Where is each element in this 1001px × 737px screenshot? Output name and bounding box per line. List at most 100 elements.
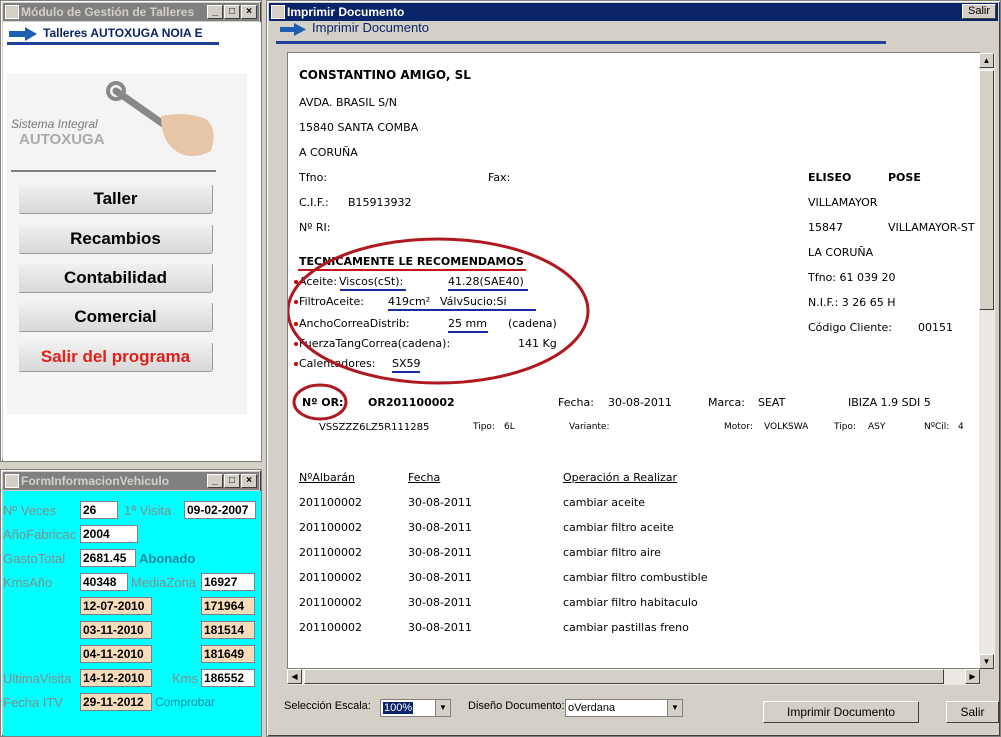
menu-taller-button[interactable]: Taller bbox=[18, 184, 213, 214]
window-title: Imprimir Documento bbox=[287, 5, 405, 19]
gestion-talleres-window: Módulo de Gestión de Talleres _ □ × Tall… bbox=[0, 0, 262, 462]
history-date-field[interactable]: 12-07-2010 bbox=[80, 597, 152, 615]
menu-contabilidad-button[interactable]: Contabilidad bbox=[18, 263, 213, 293]
order-modelo: IBIZA 1.9 SDI 5 bbox=[848, 396, 931, 409]
table-cell-fecha: 30-08-2011 bbox=[408, 521, 472, 534]
table-cell-albaran: 201100002 bbox=[299, 546, 362, 559]
media-zona-label: MediaZona bbox=[131, 575, 197, 590]
doc-icon bbox=[271, 5, 285, 19]
order-ncil: 4 bbox=[958, 422, 964, 432]
scroll-up-button[interactable]: ▲ bbox=[979, 53, 994, 68]
order-ncil-label: NºCil: bbox=[924, 422, 950, 432]
table-cell-albaran: 201100002 bbox=[299, 621, 362, 634]
logo-text-1: Sistema Integral bbox=[11, 117, 98, 131]
scale-select[interactable]: 100% ▼ bbox=[380, 699, 451, 717]
order-tipo2: ASY bbox=[868, 422, 886, 432]
arrow-right-icon bbox=[280, 23, 306, 36]
veces-label: Nº Veces bbox=[3, 503, 57, 518]
info-vehiculo-titlebar[interactable]: FormInformacionVehiculo _ □ × bbox=[3, 472, 259, 490]
logo-area: Sistema Integral AUTOXUGA bbox=[11, 77, 219, 167]
gestion-talleres-titlebar[interactable]: Módulo de Gestión de Talleres _ □ × bbox=[3, 3, 259, 21]
window-title: Módulo de Gestión de Talleres bbox=[21, 5, 195, 19]
order-tipo2-label: Tipo: bbox=[834, 422, 856, 432]
minimize-button[interactable]: _ bbox=[207, 5, 223, 19]
order-label: Nº OR: bbox=[302, 396, 344, 409]
media-zona-field[interactable]: 16927 bbox=[201, 573, 255, 591]
history-kms-field[interactable]: 171964 bbox=[201, 597, 255, 615]
window-title: FormInformacionVehiculo bbox=[21, 474, 170, 488]
gasto-label: GastoTotal bbox=[3, 551, 66, 566]
gasto-field[interactable]: 2681.45 bbox=[80, 549, 136, 567]
horizontal-scrollbar[interactable]: ◀ ▶ bbox=[287, 669, 980, 685]
fecha-itv-field[interactable]: 29-11-2012 bbox=[80, 693, 152, 711]
gestion-talleres-body: Talleres AUTOXUGA NOIA E Sistema Integra… bbox=[3, 22, 261, 461]
exit-button[interactable]: Salir bbox=[946, 701, 999, 723]
table-cell-fecha: 30-08-2011 bbox=[408, 496, 472, 509]
form-icon bbox=[5, 474, 19, 488]
table-cell-operacion: cambiar filtro habitaculo bbox=[563, 596, 698, 609]
close-button[interactable]: × bbox=[241, 5, 257, 19]
veces-field[interactable]: 26 bbox=[80, 501, 118, 519]
history-kms-field[interactable]: 181514 bbox=[201, 621, 255, 639]
table-cell-albaran: 201100002 bbox=[299, 596, 362, 609]
comprobar-link[interactable]: Comprobar bbox=[155, 695, 215, 709]
order-motor-label: Motor: bbox=[724, 422, 753, 432]
design-select[interactable]: oVerdana ▼ bbox=[565, 699, 683, 717]
order-tipo-label: Tipo: bbox=[473, 422, 495, 432]
scroll-right-button[interactable]: ▶ bbox=[965, 669, 980, 684]
history-date-field[interactable]: 04-11-2010 bbox=[80, 645, 152, 663]
fecha-itv-label: Fecha ITV bbox=[3, 695, 63, 710]
print-document-button[interactable]: Imprimir Documento bbox=[763, 701, 919, 723]
annotation-circles bbox=[288, 237, 590, 421]
table-cell-fecha: 30-08-2011 bbox=[408, 546, 472, 559]
anio-field[interactable]: 2004 bbox=[80, 525, 138, 543]
table-cell-operacion: cambiar aceite bbox=[563, 496, 645, 509]
primera-visita-field[interactable]: 09-02-2007 bbox=[184, 501, 256, 519]
arrow-right-icon bbox=[9, 27, 37, 41]
scroll-left-button[interactable]: ◀ bbox=[287, 669, 302, 684]
history-kms-field[interactable]: 181649 bbox=[201, 645, 255, 663]
scroll-down-button[interactable]: ▼ bbox=[979, 654, 994, 669]
scale-value: 100% bbox=[383, 702, 414, 714]
table-header-operacion: Operación a Realizar bbox=[563, 471, 678, 484]
ultima-visita-label: UltimaVisita bbox=[3, 671, 72, 686]
app-icon bbox=[5, 5, 19, 19]
kms-field[interactable]: 186552 bbox=[201, 669, 255, 687]
table-cell-fecha: 30-08-2011 bbox=[408, 571, 472, 584]
vertical-scrollbar[interactable]: ▲ ▼ bbox=[979, 53, 995, 669]
document-preview: CONSTANTINO AMIGO, SL AVDA. BRASIL S/N 1… bbox=[287, 52, 980, 669]
recommend-highlight-ellipse bbox=[288, 237, 590, 385]
chevron-down-icon[interactable]: ▼ bbox=[667, 700, 682, 716]
scroll-thumb-horizontal[interactable] bbox=[304, 669, 944, 684]
scroll-thumb-vertical[interactable] bbox=[979, 70, 994, 310]
close-button[interactable]: × bbox=[241, 474, 257, 488]
title-exit-button[interactable]: Salir bbox=[962, 4, 996, 19]
menu-comercial-button[interactable]: Comercial bbox=[18, 302, 213, 332]
maximize-button[interactable]: □ bbox=[224, 5, 240, 19]
order-number: OR201100002 bbox=[368, 396, 455, 409]
menu-recambios-button[interactable]: Recambios bbox=[18, 224, 213, 254]
exit-program-button[interactable]: Salir del programa bbox=[18, 342, 213, 372]
ultima-visita-field[interactable]: 14-12-2010 bbox=[80, 669, 152, 687]
chevron-down-icon[interactable]: ▼ bbox=[435, 700, 450, 716]
table-cell-albaran: 201100002 bbox=[299, 496, 362, 509]
table-cell-operacion: cambiar filtro combustible bbox=[563, 571, 708, 584]
order-vin: VSSZZZ6LZ5R111285 bbox=[319, 422, 430, 433]
imprimir-titlebar[interactable]: Imprimir Documento Salir bbox=[269, 3, 998, 21]
kms-anio-label: KmsAño bbox=[3, 575, 53, 590]
order-motor: VOLKSWA bbox=[764, 422, 809, 432]
primera-visita-label: 1ª Visita bbox=[124, 503, 172, 518]
order-variante-label: Variante: bbox=[569, 422, 610, 432]
history-date-field[interactable]: 03-11-2010 bbox=[80, 621, 152, 639]
title-underline bbox=[276, 41, 886, 44]
table-cell-operacion: cambiar filtro aire bbox=[563, 546, 661, 559]
order-marca-label: Marca: bbox=[708, 396, 746, 409]
maximize-button[interactable]: □ bbox=[224, 474, 240, 488]
kms-label: Kms bbox=[172, 671, 198, 686]
table-cell-operacion: cambiar pastillas freno bbox=[563, 621, 689, 634]
kms-anio-field[interactable]: 40348 bbox=[80, 573, 128, 591]
anio-label: AñoFabricac bbox=[3, 527, 76, 542]
table-cell-fecha: 30-08-2011 bbox=[408, 621, 472, 634]
minimize-button[interactable]: _ bbox=[207, 474, 223, 488]
table-header-albaran: NºAlbarán bbox=[299, 471, 355, 484]
